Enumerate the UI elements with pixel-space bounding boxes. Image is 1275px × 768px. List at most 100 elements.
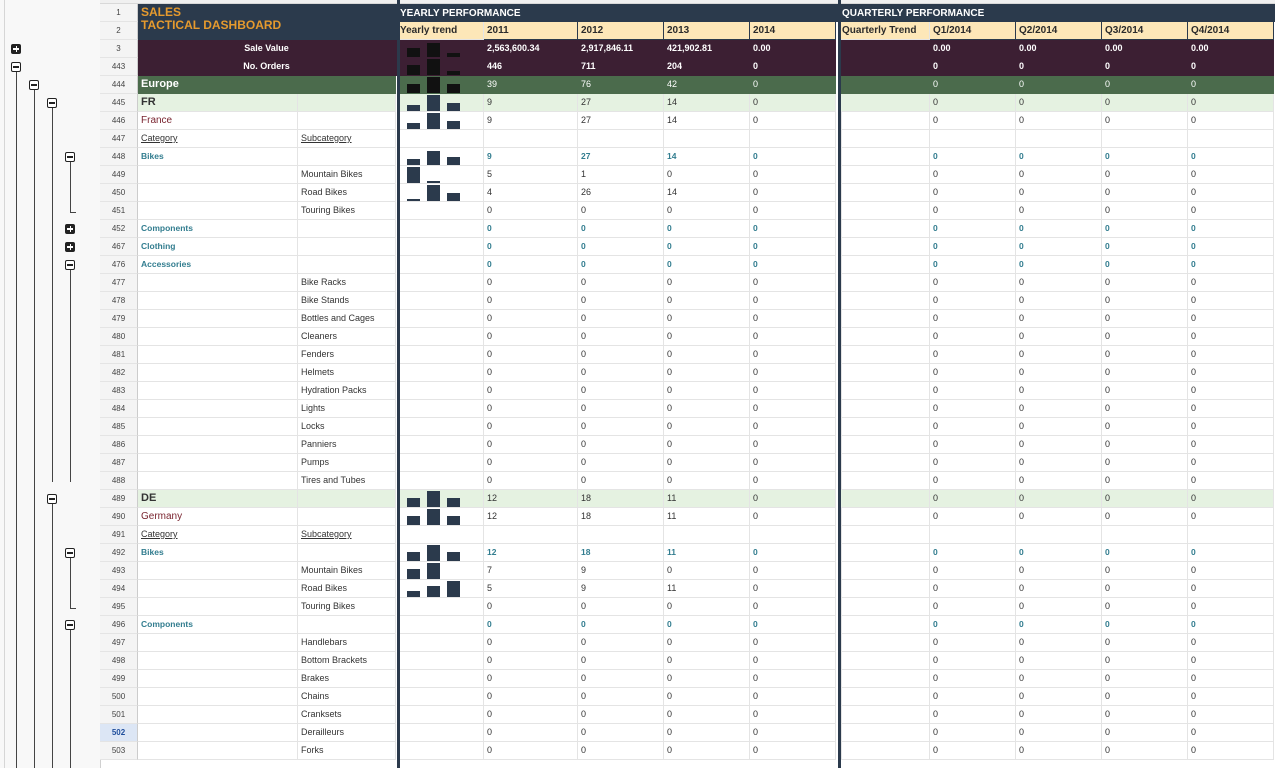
- row-header[interactable]: 494: [100, 580, 138, 598]
- row-label-bikes[interactable]: Bikes: [138, 148, 298, 166]
- subcategory-helmets[interactable]: Helmets: [298, 364, 396, 382]
- subcategory-touring-bikes[interactable]: Touring Bikes: [298, 598, 396, 616]
- row-header[interactable]: 446: [100, 112, 138, 130]
- outline-collapse-icon[interactable]: [29, 80, 39, 90]
- row-header[interactable]: 491: [100, 526, 138, 544]
- subcategory-bike-stands[interactable]: Bike Stands: [298, 292, 396, 310]
- subcategory-locks[interactable]: Locks: [298, 418, 396, 436]
- subcategory-handlebars[interactable]: Handlebars: [298, 634, 396, 652]
- row-header[interactable]: 497: [100, 634, 138, 652]
- outline-collapse-icon[interactable]: [47, 98, 57, 108]
- outline-expand-icon[interactable]: [11, 44, 21, 54]
- row-header[interactable]: 444: [100, 76, 138, 94]
- row-header[interactable]: 2: [100, 22, 138, 40]
- row-label-france[interactable]: France: [138, 112, 298, 130]
- row-header[interactable]: 500: [100, 688, 138, 706]
- row-header[interactable]: 493: [100, 562, 138, 580]
- subcategory-road-bikes[interactable]: Road Bikes: [298, 580, 396, 598]
- row-header[interactable]: 1: [100, 4, 138, 22]
- row-label-accessories[interactable]: Accessories: [138, 256, 298, 274]
- row-header[interactable]: 478: [100, 292, 138, 310]
- subcategory-tires-and-tubes[interactable]: Tires and Tubes: [298, 472, 396, 490]
- row-header[interactable]: 502: [100, 724, 138, 742]
- quarter-value-2: 0: [1016, 418, 1102, 436]
- subcategory-cranksets[interactable]: Cranksets: [298, 706, 396, 724]
- subcategory-forks[interactable]: Forks: [298, 742, 396, 760]
- row-header[interactable]: 496: [100, 616, 138, 634]
- row-header[interactable]: 3: [100, 40, 138, 58]
- row-header[interactable]: 501: [100, 706, 138, 724]
- row-header[interactable]: 481: [100, 346, 138, 364]
- subcategory-bottom-brackets[interactable]: Bottom Brackets: [298, 652, 396, 670]
- subcategory-panniers[interactable]: Panniers: [298, 436, 396, 454]
- row-header[interactable]: 486: [100, 436, 138, 454]
- row-label-de[interactable]: DE: [138, 490, 298, 508]
- outline-expand-icon[interactable]: [65, 242, 75, 252]
- row-header[interactable]: 445: [100, 94, 138, 112]
- row-header[interactable]: 451: [100, 202, 138, 220]
- row-header[interactable]: 477: [100, 274, 138, 292]
- row-header[interactable]: 482: [100, 364, 138, 382]
- row-label-bikes[interactable]: Bikes: [138, 544, 298, 562]
- row-label-clothing[interactable]: Clothing: [138, 238, 298, 256]
- row-label-europe[interactable]: Europe: [138, 76, 298, 94]
- row-header[interactable]: 484: [100, 400, 138, 418]
- row-header[interactable]: 452: [100, 220, 138, 238]
- row-header[interactable]: 467: [100, 238, 138, 256]
- row-header[interactable]: 495: [100, 598, 138, 616]
- row-header[interactable]: 489: [100, 490, 138, 508]
- subcategory-lights[interactable]: Lights: [298, 400, 396, 418]
- row-header[interactable]: 443: [100, 58, 138, 76]
- subcategory-bottles-and-cages[interactable]: Bottles and Cages: [298, 310, 396, 328]
- quarter-value-1: [930, 526, 1016, 544]
- subcategory-mountain-bikes[interactable]: Mountain Bikes: [298, 166, 396, 184]
- subcategory-bike-racks[interactable]: Bike Racks: [298, 274, 396, 292]
- outline-collapse-icon[interactable]: [65, 260, 75, 270]
- row-header[interactable]: 503: [100, 742, 138, 760]
- row-header[interactable]: 487: [100, 454, 138, 472]
- dashboard-title-tactical[interactable]: TACTICAL DASHBOARD: [138, 18, 397, 40]
- subcategory-fenders[interactable]: Fenders: [298, 346, 396, 364]
- year-value-2011: 0: [484, 400, 578, 418]
- subcategory-road-bikes[interactable]: Road Bikes: [298, 184, 396, 202]
- subcategory-hydration-packs[interactable]: Hydration Packs: [298, 382, 396, 400]
- outline-expand-icon[interactable]: [65, 224, 75, 234]
- trend-bar-2012: [427, 113, 440, 129]
- subcategory-touring-bikes[interactable]: Touring Bikes: [298, 202, 396, 220]
- subcategory-derailleurs[interactable]: Derailleurs: [298, 724, 396, 742]
- subcategory-subcategory[interactable]: Subcategory: [298, 130, 396, 148]
- row-header[interactable]: 480: [100, 328, 138, 346]
- quarterly-trend-sparkline: [839, 544, 930, 562]
- subcategory-subcategory[interactable]: Subcategory: [298, 526, 396, 544]
- row-header[interactable]: 449: [100, 166, 138, 184]
- row-label-category[interactable]: Category: [138, 526, 298, 544]
- outline-collapse-icon[interactable]: [65, 620, 75, 630]
- row-header[interactable]: 499: [100, 670, 138, 688]
- outline-collapse-icon[interactable]: [65, 548, 75, 558]
- quarterly-trend-sparkline: [839, 688, 930, 706]
- row-label-category[interactable]: Category: [138, 130, 298, 148]
- row-label-components[interactable]: Components: [138, 616, 298, 634]
- row-header[interactable]: 485: [100, 418, 138, 436]
- row-label-fr[interactable]: FR: [138, 94, 298, 112]
- subcategory-chains[interactable]: Chains: [298, 688, 396, 706]
- row-header[interactable]: 448: [100, 148, 138, 166]
- row-header[interactable]: 483: [100, 382, 138, 400]
- row-header[interactable]: 488: [100, 472, 138, 490]
- row-header[interactable]: 492: [100, 544, 138, 562]
- subcategory-pumps[interactable]: Pumps: [298, 454, 396, 472]
- row-header[interactable]: 476: [100, 256, 138, 274]
- row-label-germany[interactable]: Germany: [138, 508, 298, 526]
- subcategory-cleaners[interactable]: Cleaners: [298, 328, 396, 346]
- outline-collapse-icon[interactable]: [47, 494, 57, 504]
- outline-collapse-icon[interactable]: [11, 62, 21, 72]
- row-label-components[interactable]: Components: [138, 220, 298, 238]
- row-header[interactable]: 490: [100, 508, 138, 526]
- row-header[interactable]: 450: [100, 184, 138, 202]
- outline-collapse-icon[interactable]: [65, 152, 75, 162]
- subcategory-brakes[interactable]: Brakes: [298, 670, 396, 688]
- row-header[interactable]: 498: [100, 652, 138, 670]
- row-header[interactable]: 479: [100, 310, 138, 328]
- row-header[interactable]: 447: [100, 130, 138, 148]
- subcategory-mountain-bikes[interactable]: Mountain Bikes: [298, 562, 396, 580]
